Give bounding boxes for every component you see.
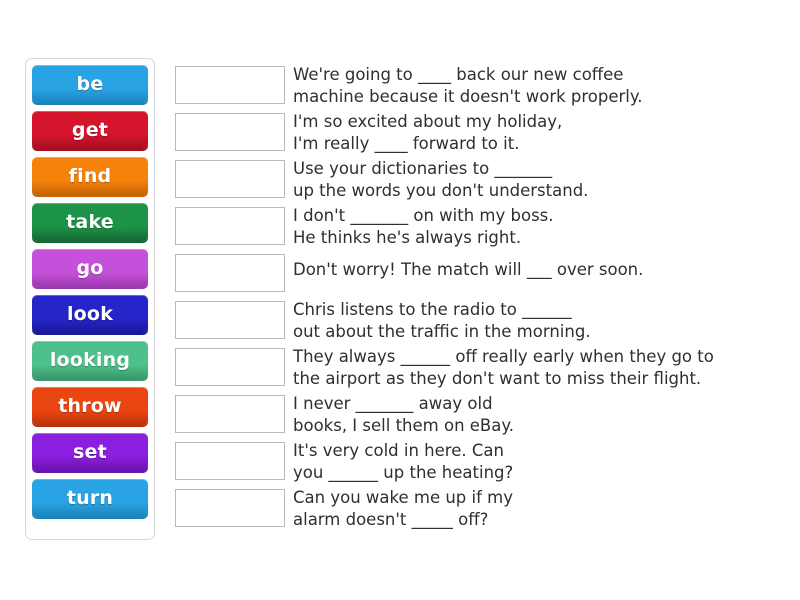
sentence-2: I'm so excited about my holiday, I'm rea… — [293, 112, 563, 153]
drop-box-1[interactable] — [175, 66, 285, 104]
drop-box-9[interactable] — [175, 442, 285, 480]
sentence-1: We're going to ____ back our new coffee … — [293, 65, 643, 106]
word-tile-take[interactable]: take — [32, 203, 148, 241]
sentence-4: I don't _______ on with my boss. He thin… — [293, 206, 554, 247]
word-tile-get[interactable]: get — [32, 111, 148, 149]
drop-box-10[interactable] — [175, 489, 285, 527]
sentence-10: Can you wake me up if my alarm doesn't _… — [293, 488, 513, 529]
word-tile-set[interactable]: set — [32, 433, 148, 471]
drop-box-3[interactable] — [175, 160, 285, 198]
word-bank-tray: be get find take go look looking throw set turn — [25, 58, 155, 540]
word-tile-looking[interactable]: looking — [32, 341, 148, 379]
word-tile-throw[interactable]: throw — [32, 387, 148, 425]
match-up-activity-board: be get find take go look looking throw set turn W… — [0, 0, 800, 600]
word-tile-find[interactable]: find — [32, 157, 148, 195]
word-tile-go[interactable]: go — [32, 249, 148, 287]
drop-box-5[interactable] — [175, 254, 285, 292]
sentence-3: Use your dictionaries to _______ up the … — [293, 159, 589, 200]
drop-box-8[interactable] — [175, 395, 285, 433]
sentence-6: Chris listens to the radio to ______ out… — [293, 300, 591, 341]
sentence-9: It's very cold in here. Can you ______ u… — [293, 441, 514, 482]
word-tile-look[interactable]: look — [32, 295, 148, 333]
sentence-7: They always ______ off really early when… — [293, 347, 714, 388]
word-tile-be[interactable]: be — [32, 65, 148, 103]
drop-box-2[interactable] — [175, 113, 285, 151]
drop-box-4[interactable] — [175, 207, 285, 245]
sentence-5: Don't worry! The match will ___ over soo… — [293, 260, 644, 279]
sentence-8: I never _______ away old books, I sell t… — [293, 394, 515, 435]
word-tile-turn[interactable]: turn — [32, 479, 148, 517]
drop-box-6[interactable] — [175, 301, 285, 339]
drop-box-7[interactable] — [175, 348, 285, 386]
